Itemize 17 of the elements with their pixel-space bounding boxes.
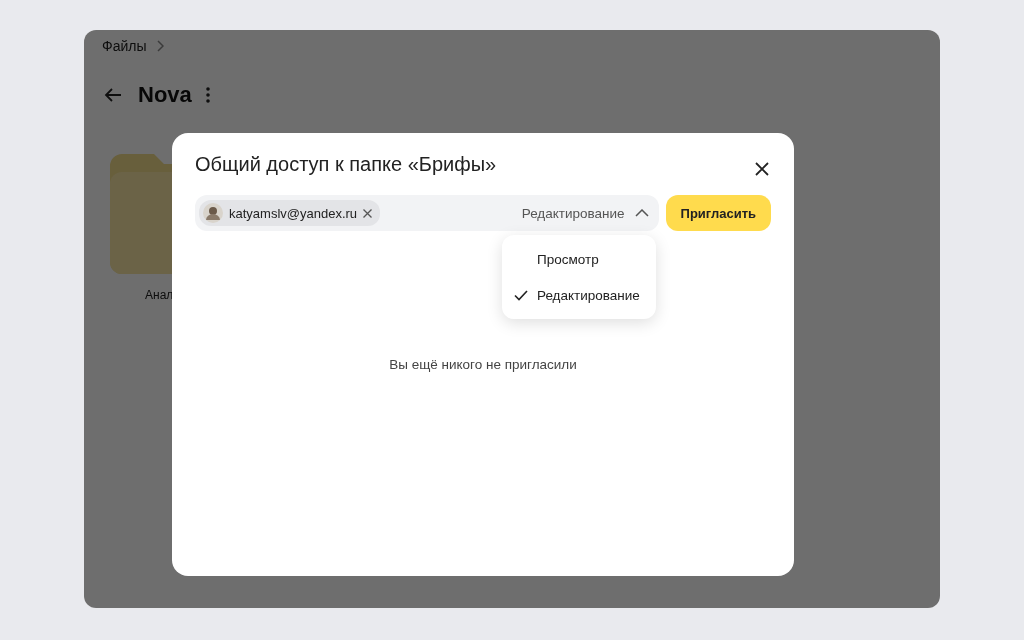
close-icon[interactable]: [755, 162, 769, 176]
invitee-chip[interactable]: katyamslv@yandex.ru: [199, 200, 381, 226]
back-arrow-icon[interactable]: [104, 88, 122, 102]
chevron-icon: [156, 40, 165, 52]
menu-item[interactable]: Просмотр: [502, 241, 656, 277]
invite-button[interactable]: Пригласить: [665, 195, 771, 231]
more-icon[interactable]: [205, 87, 210, 103]
access-dropdown[interactable]: Редактирование: [521, 205, 649, 221]
breadcrumb-link[interactable]: Файлы: [102, 38, 147, 54]
empty-message: Вы ещё никого не пригласили: [389, 357, 577, 372]
folder-title: Nova: [138, 82, 192, 108]
menu-item[interactable]: Редактирование: [502, 277, 656, 313]
dialog-title: Общий доступ к папке «Брифы»: [195, 153, 497, 176]
remove-icon[interactable]: [363, 208, 373, 218]
invite-field[interactable]: katyamslv@yandex.ru Редактирование: [195, 195, 659, 231]
folder-label: Анал: [145, 288, 174, 302]
avatar-icon: [203, 203, 223, 223]
